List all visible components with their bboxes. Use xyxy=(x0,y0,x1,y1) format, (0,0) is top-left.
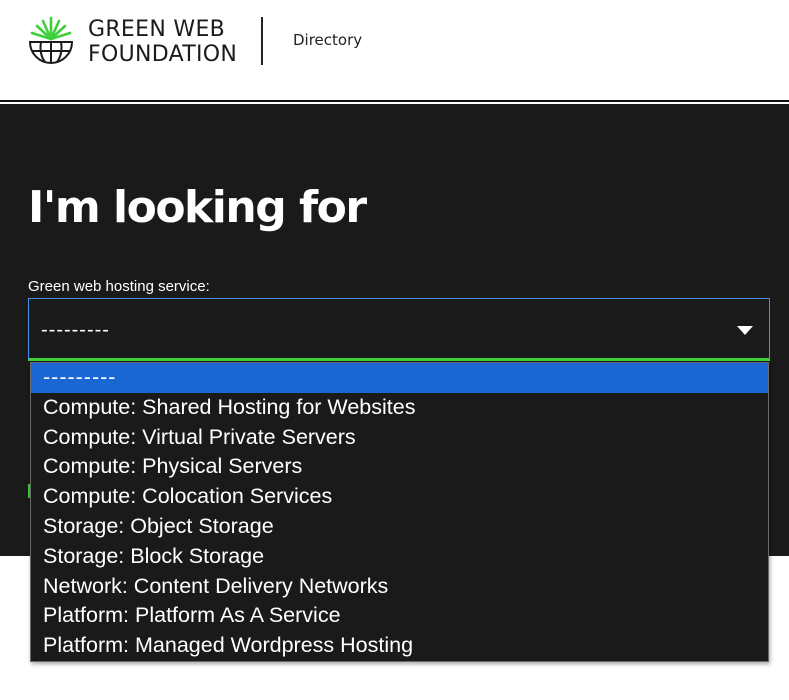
header-divider xyxy=(261,17,263,65)
dropdown-option[interactable]: Platform: Platform As A Service xyxy=(31,601,768,631)
dropdown-option[interactable]: Compute: Physical Servers xyxy=(31,452,768,482)
hosting-service-select[interactable]: --------- xyxy=(28,298,770,361)
dropdown-option[interactable]: Storage: Object Storage xyxy=(31,512,768,542)
hosting-service-options-list[interactable]: --------- Compute: Shared Hosting for Web… xyxy=(30,362,769,662)
dropdown-option[interactable]: Platform: Managed Wordpress Hosting xyxy=(31,631,768,661)
select-current-value: --------- xyxy=(41,319,110,341)
logo-wordmark[interactable]: GREEN WEB FOUNDATION xyxy=(88,17,237,67)
site-header: GREEN WEB FOUNDATION Directory xyxy=(0,0,789,102)
dropdown-option[interactable]: Compute: Shared Hosting for Websites xyxy=(31,393,768,423)
dropdown-option[interactable]: Network: Content Delivery Networks xyxy=(31,572,768,602)
hosting-service-label: Green web hosting service: xyxy=(28,278,210,295)
dropdown-option[interactable]: Storage: Block Storage xyxy=(31,542,768,572)
nav-directory-link[interactable]: Directory xyxy=(293,31,362,49)
globe-sprout-logo-icon[interactable] xyxy=(28,16,74,64)
dropdown-arrow-icon xyxy=(737,326,753,335)
logo-line-2: FOUNDATION xyxy=(88,42,238,67)
logo-line-1: GREEN WEB xyxy=(88,17,226,42)
page-title: I'm looking for xyxy=(28,182,367,233)
dropdown-option[interactable]: Compute: Virtual Private Servers xyxy=(31,423,768,453)
option-empty[interactable]: --------- xyxy=(31,363,768,393)
dropdown-option[interactable]: Compute: Colocation Services xyxy=(31,482,768,512)
